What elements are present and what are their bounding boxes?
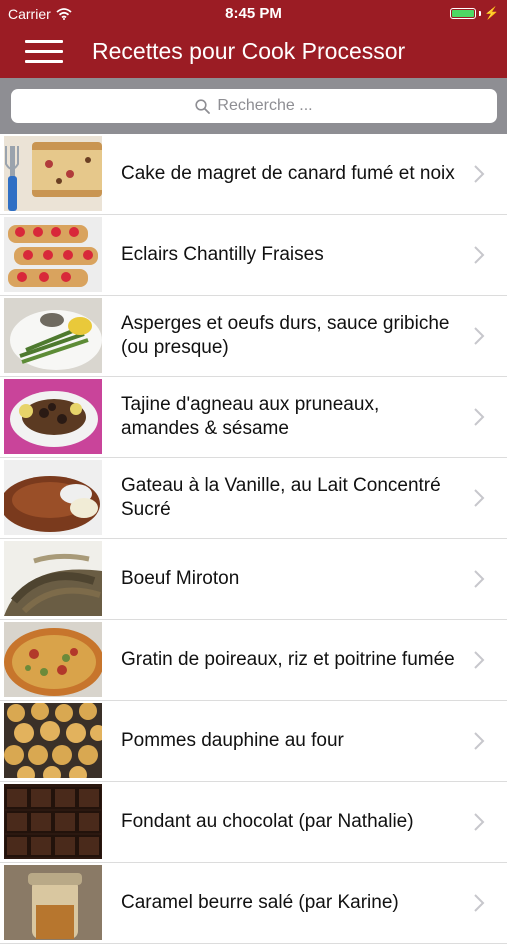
- recipe-list: Cake de magret de canard fumé et noix Ec…: [0, 134, 507, 944]
- recipe-row[interactable]: Tajine d'agneau aux pruneaux, amandes & …: [0, 377, 507, 458]
- caramel-jar-image: [4, 865, 102, 940]
- menu-button[interactable]: [25, 40, 63, 66]
- chevron-right-icon: [474, 246, 485, 264]
- chevron-right-icon: [474, 408, 485, 426]
- chevron-right-icon: [474, 570, 485, 588]
- bundt-cake-image: [4, 460, 102, 535]
- asparagus-plate-image: [4, 298, 102, 373]
- clock: 8:45 PM: [225, 5, 282, 22]
- chevron-right-icon: [474, 651, 485, 669]
- menu-icon-line: [25, 60, 63, 63]
- chevron-right-icon: [474, 894, 485, 912]
- status-bar: Carrier 8:45 PM ⚡: [0, 0, 507, 28]
- search-bar: Recherche ...: [0, 78, 507, 134]
- search-placeholder: Recherche ...: [217, 97, 313, 114]
- recipe-title: Tajine d'agneau aux pruneaux, amandes & …: [121, 394, 380, 439]
- recipe-row[interactable]: Boeuf Miroton: [0, 539, 507, 620]
- eclairs-image: [4, 217, 102, 292]
- recipe-thumbnail: [4, 298, 102, 373]
- recipe-row[interactable]: Fondant au chocolat (par Nathalie): [0, 782, 507, 863]
- recipe-thumbnail: [4, 217, 102, 292]
- recipe-row[interactable]: Gateau à la Vanille, au Lait Concentré S…: [0, 458, 507, 539]
- chevron-right-icon: [474, 489, 485, 507]
- chocolate-bar-image: [4, 784, 102, 859]
- chevron-right-icon: [474, 165, 485, 183]
- recipe-title: Pommes dauphine au four: [121, 730, 344, 751]
- recipe-thumbnail: [4, 784, 102, 859]
- chevron-right-icon: [474, 813, 485, 831]
- gratin-image: [4, 622, 102, 697]
- charging-bolt-icon: ⚡: [484, 6, 499, 20]
- beef-stew-image: [4, 541, 102, 616]
- recipe-thumbnail: [4, 136, 102, 211]
- recipe-title: Gratin de poireaux, riz et poitrine fumé…: [121, 649, 455, 670]
- recipe-thumbnail: [4, 379, 102, 454]
- menu-icon-line: [25, 40, 63, 43]
- battery-fill: [452, 9, 475, 17]
- loaf-cake-image: [4, 136, 102, 211]
- recipe-row[interactable]: Asperges et oeufs durs, sauce gribiche (…: [0, 296, 507, 377]
- recipe-title: Asperges et oeufs durs, sauce gribiche (…: [121, 313, 450, 358]
- navigation-bar: Recettes pour Cook Processor: [0, 28, 507, 78]
- recipe-thumbnail: [4, 622, 102, 697]
- page-title: Recettes pour Cook Processor: [92, 38, 406, 64]
- menu-icon-line: [25, 50, 63, 53]
- recipe-title: Eclairs Chantilly Fraises: [121, 244, 324, 265]
- app-header: Carrier 8:45 PM ⚡ Recettes pour Cook Pro…: [0, 0, 507, 78]
- recipe-thumbnail: [4, 541, 102, 616]
- chevron-right-icon: [474, 327, 485, 345]
- recipe-title: Caramel beurre salé (par Karine): [121, 892, 399, 913]
- search-icon: [195, 98, 211, 114]
- recipe-title: Boeuf Miroton: [121, 568, 240, 589]
- tajine-image: [4, 379, 102, 454]
- recipe-thumbnail: [4, 460, 102, 535]
- chevron-right-icon: [474, 732, 485, 750]
- recipe-row[interactable]: Eclairs Chantilly Fraises: [0, 215, 507, 296]
- battery-tip: [479, 10, 482, 16]
- recipe-title: Fondant au chocolat (par Nathalie): [121, 811, 414, 832]
- recipe-title: Gateau à la Vanille, au Lait Concentré S…: [121, 475, 441, 520]
- search-input[interactable]: Recherche ...: [11, 89, 497, 123]
- recipe-thumbnail: [4, 865, 102, 940]
- recipe-title: Cake de magret de canard fumé et noix: [121, 163, 455, 184]
- recipe-row[interactable]: Gratin de poireaux, riz et poitrine fumé…: [0, 620, 507, 701]
- recipe-thumbnail: [4, 703, 102, 778]
- recipe-row[interactable]: Pommes dauphine au four: [0, 701, 507, 782]
- recipe-row[interactable]: Caramel beurre salé (par Karine): [0, 863, 507, 944]
- puffs-image: [4, 703, 102, 778]
- recipe-row[interactable]: Cake de magret de canard fumé et noix: [0, 134, 507, 215]
- battery-icon: [450, 7, 477, 19]
- battery-indicator: ⚡: [450, 7, 499, 19]
